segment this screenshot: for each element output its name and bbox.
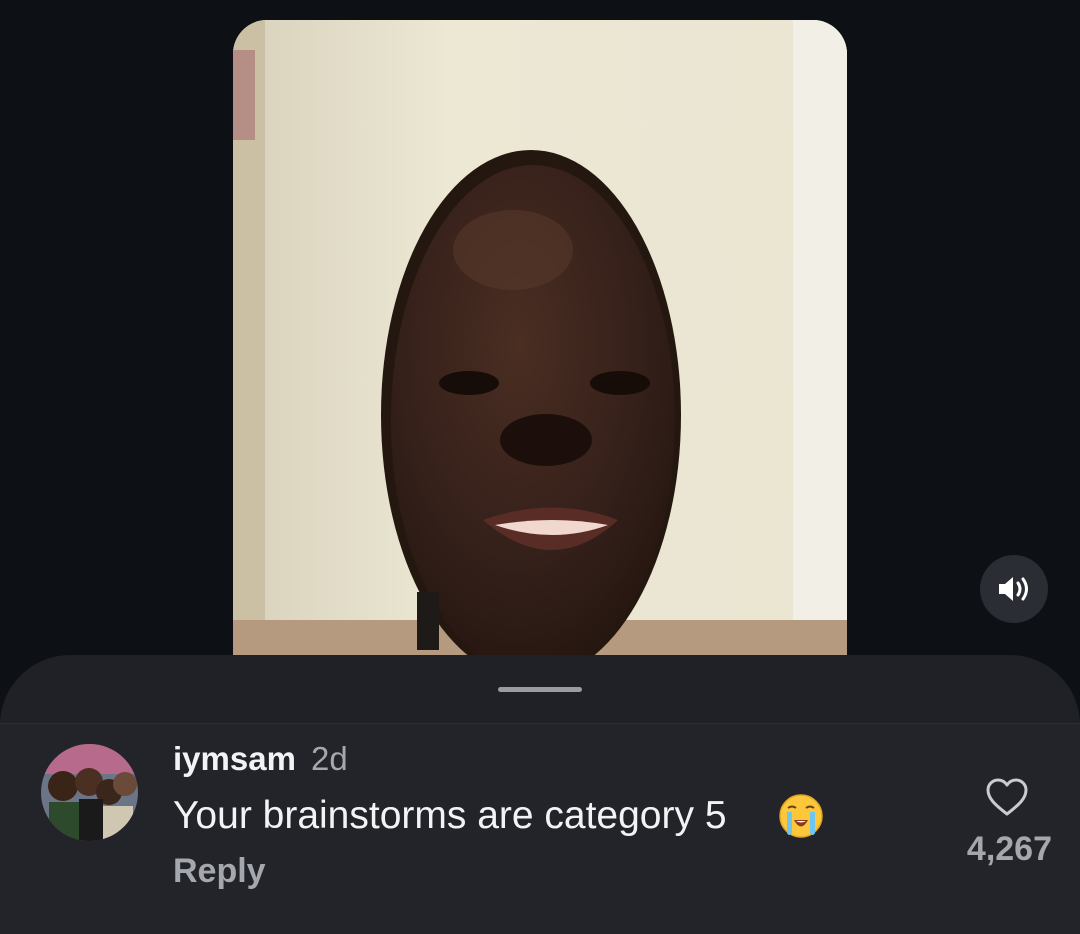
heart-outline-icon[interactable] xyxy=(984,776,1030,818)
app-screen: iymsam 2d Your brainstorms are category … xyxy=(0,0,1080,934)
comment-text: Your brainstorms are category 5 xyxy=(173,794,727,837)
video-frame xyxy=(233,20,847,680)
comment-username[interactable]: iymsam xyxy=(173,740,296,778)
comment-timestamp: 2d xyxy=(311,740,348,777)
loudly-crying-face-icon xyxy=(779,794,823,838)
video-player[interactable] xyxy=(233,20,847,680)
comments-sheet: iymsam 2d Your brainstorms are category … xyxy=(0,655,1080,934)
comment-item: iymsam 2d Your brainstorms are category … xyxy=(0,724,1080,934)
drag-handle[interactable] xyxy=(498,687,582,692)
like-count: 4,267 xyxy=(966,830,1052,868)
speaker-on-icon xyxy=(999,577,1028,601)
avatar[interactable] xyxy=(41,744,138,841)
avatar-image xyxy=(41,744,138,841)
mute-toggle-button[interactable] xyxy=(980,555,1048,623)
reply-button[interactable]: Reply xyxy=(173,852,266,891)
